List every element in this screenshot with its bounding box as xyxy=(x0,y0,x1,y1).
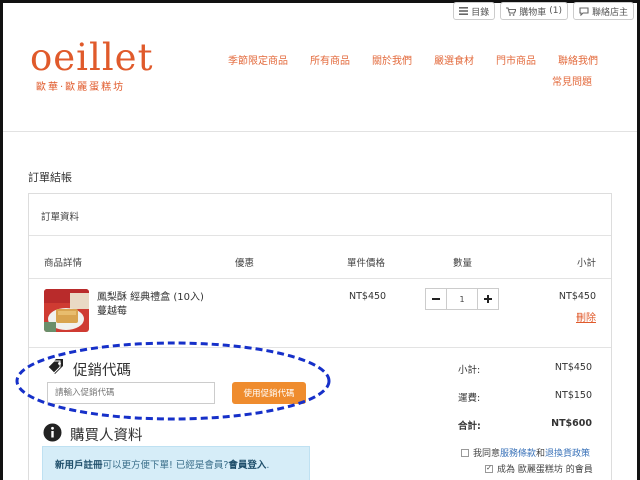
cart-count-badge: (1) xyxy=(549,6,562,16)
register-link[interactable]: 新用戶註冊 xyxy=(55,460,103,471)
header-divider xyxy=(3,131,637,132)
logo-wordmark: oeillet xyxy=(30,36,154,79)
nav-item-faq[interactable]: 常見問題 xyxy=(552,73,592,88)
page-title: 訂單結帳 xyxy=(28,171,72,184)
logo-subtitle: 歐華·歐麗蛋糕坊 xyxy=(36,82,126,93)
terms-checkbox[interactable] xyxy=(461,448,469,457)
quantity-increase-button[interactable] xyxy=(477,288,499,310)
col-unit-price: 單件價格 xyxy=(347,258,386,269)
summary-total-value: NT$600 xyxy=(551,418,592,429)
quantity-stepper: 1 xyxy=(425,288,499,310)
quantity-input[interactable]: 1 xyxy=(447,288,477,310)
catalog-label: 目錄 xyxy=(471,7,490,18)
col-discount: 優惠 xyxy=(235,258,255,269)
delete-item-link[interactable]: 刪除 xyxy=(576,309,596,324)
main-nav: 季節限定商品 所有商品 關於我們 嚴選食材 門市商品 聯絡我們 xyxy=(228,52,598,67)
summary-shipping-label: 運費: xyxy=(458,393,481,404)
terms-agreement: 我同意 服務條款和退換貨政策 xyxy=(461,446,590,459)
product-title: 鳳梨酥 經典禮盒 (10入) xyxy=(97,292,204,303)
summary-total-row: 合計: NT$600 xyxy=(458,418,592,432)
product-thumbnail[interactable] xyxy=(44,289,89,332)
summary-subtotal-label: 小計: xyxy=(458,365,481,376)
product-name[interactable]: 鳳梨酥 經典禮盒 (10入) 蔓越莓 xyxy=(97,291,204,319)
catalog-button[interactable]: 目錄 xyxy=(453,2,496,20)
nav-item-store-products[interactable]: 門市商品 xyxy=(496,52,536,67)
nav-item-contact[interactable]: 聯絡我們 xyxy=(558,52,598,67)
contact-owner-button[interactable]: 聯絡店主 xyxy=(572,2,634,20)
member-text: 成為 歐麗蛋糕坊 的會員 xyxy=(497,465,593,475)
register-text: 可以更方便下單! 已經是會員? xyxy=(102,460,229,471)
info-icon xyxy=(43,423,62,446)
col-subtotal: 小計 xyxy=(576,258,596,269)
minus-icon xyxy=(432,298,440,300)
nav-item-about[interactable]: 關於我們 xyxy=(372,52,412,67)
order-panel-heading: 訂單資料 xyxy=(29,194,611,236)
top-utility-bar: 目錄 購物車 (1) 聯絡店主 xyxy=(453,2,634,20)
quantity-decrease-button[interactable] xyxy=(425,288,447,310)
product-unit-price: NT$450 xyxy=(349,291,387,302)
nav-item-ingredients[interactable]: 嚴選食材 xyxy=(434,52,474,67)
cart-icon xyxy=(506,6,517,16)
buyer-title-text: 購買人資料 xyxy=(70,428,143,444)
summary-shipping-row: 運費: NT$150 xyxy=(458,390,592,404)
summary-subtotal-row: 小計: NT$450 xyxy=(458,362,592,376)
member-notice: 新用戶註冊可以更方便下單! 已經是會員?會員登入. xyxy=(42,446,310,480)
product-variant: 蔓越莓 xyxy=(97,306,127,317)
return-policy-link[interactable]: 退換貨政策 xyxy=(545,446,590,459)
chat-icon xyxy=(579,6,589,16)
col-quantity: 數量 xyxy=(453,258,473,269)
member-checkbox[interactable]: ✓ xyxy=(485,464,493,473)
terms-and: 和 xyxy=(536,449,546,459)
check-icon: ✓ xyxy=(486,464,492,472)
nav-item-seasonal[interactable]: 季節限定商品 xyxy=(228,52,288,67)
terms-prefix: 我同意 xyxy=(473,449,501,459)
summary-total-label: 合計: xyxy=(458,421,481,432)
member-signup: ✓ 成為 歐麗蛋糕坊 的會員 xyxy=(485,462,593,475)
site-logo[interactable]: oeillet 歐華·歐麗蛋糕坊 xyxy=(30,36,153,93)
nav-item-all-products[interactable]: 所有商品 xyxy=(310,52,350,67)
cart-label: 購物車 xyxy=(519,7,547,18)
summary-subtotal-value: NT$450 xyxy=(554,362,592,373)
highlight-annotation xyxy=(15,341,331,421)
menu-icon xyxy=(459,7,469,15)
buyer-section-title: 購買人資料 xyxy=(43,423,143,446)
cart-button[interactable]: 購物車 (1) xyxy=(500,2,568,20)
table-header-divider xyxy=(29,278,611,279)
login-link[interactable]: 會員登入 xyxy=(228,460,266,471)
col-details: 商品詳情 xyxy=(44,258,83,269)
summary-shipping-value: NT$150 xyxy=(554,390,592,401)
product-subtotal: NT$450 xyxy=(558,291,596,302)
plus-icon xyxy=(484,295,492,303)
terms-link[interactable]: 服務條款 xyxy=(500,446,536,459)
contact-label: 聯絡店主 xyxy=(591,7,628,18)
login-suffix: . xyxy=(266,460,270,471)
